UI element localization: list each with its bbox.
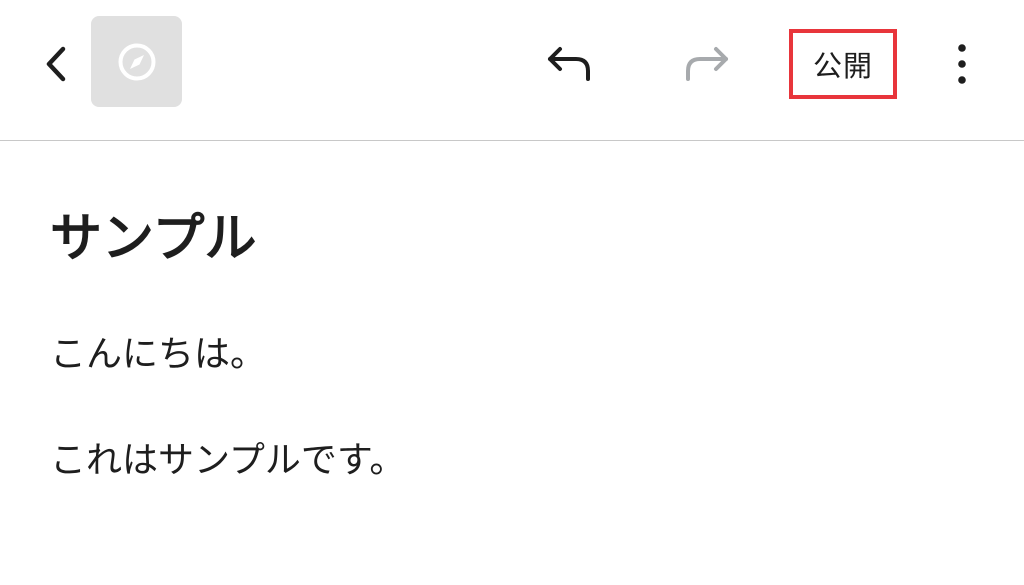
redo-button[interactable] xyxy=(676,38,738,90)
paragraph-block[interactable]: これはサンプルです。 xyxy=(50,436,405,486)
site-icon-button[interactable] xyxy=(91,16,182,107)
editor-toolbar: 公開 xyxy=(0,0,1024,141)
more-vertical-icon xyxy=(958,44,966,84)
publish-button-label: 公開 xyxy=(812,49,873,83)
publish-button[interactable]: 公開 xyxy=(789,29,897,99)
more-options-button[interactable] xyxy=(936,38,988,90)
post-title[interactable]: サンプル xyxy=(50,203,256,275)
paragraph-block[interactable]: こんにちは。 xyxy=(50,330,266,380)
chevron-left-icon xyxy=(46,46,66,82)
undo-button[interactable] xyxy=(538,38,600,90)
back-button[interactable] xyxy=(30,38,82,90)
compass-icon xyxy=(118,43,155,80)
redo-icon xyxy=(686,47,728,81)
undo-icon xyxy=(548,47,590,81)
